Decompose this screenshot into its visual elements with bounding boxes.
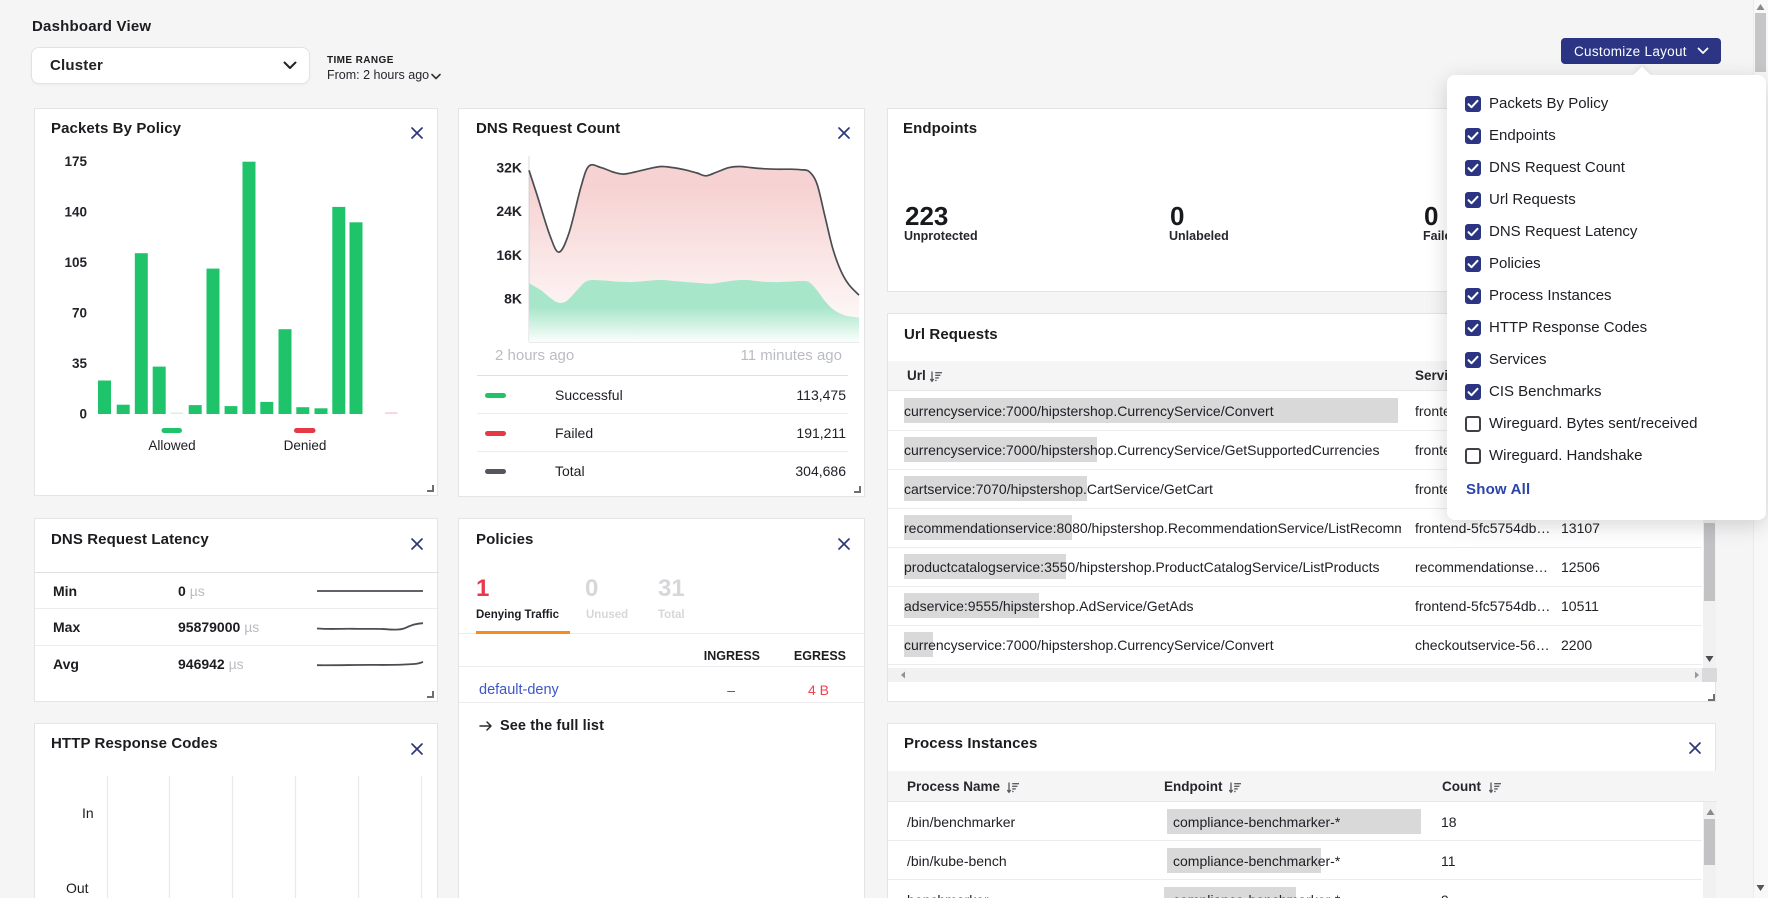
svg-text:Denied: Denied — [284, 438, 327, 453]
svg-text:2 hours ago: 2 hours ago — [495, 347, 574, 364]
svg-text:32K: 32K — [496, 160, 522, 176]
svg-text:70: 70 — [72, 306, 87, 321]
svg-text:175: 175 — [64, 154, 87, 169]
svg-text:8K: 8K — [504, 290, 522, 306]
svg-text:0: 0 — [79, 407, 87, 422]
svg-text:11 minutes ago: 11 minutes ago — [741, 347, 842, 364]
svg-text:24K: 24K — [496, 203, 522, 219]
svg-text:140: 140 — [64, 205, 87, 220]
svg-text:16K: 16K — [496, 247, 522, 263]
svg-text:35: 35 — [72, 356, 88, 371]
svg-text:105: 105 — [64, 255, 87, 270]
svg-text:Allowed: Allowed — [148, 438, 195, 453]
